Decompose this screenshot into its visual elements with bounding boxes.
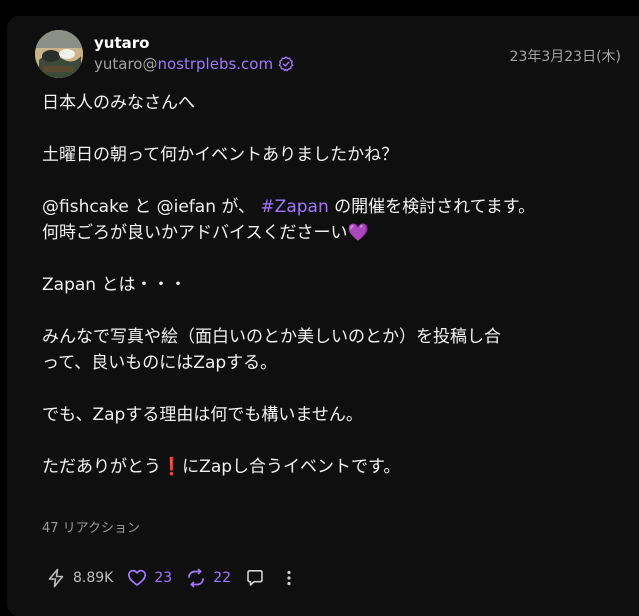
reply-button[interactable]	[245, 568, 265, 588]
reply-icon	[247, 570, 263, 586]
content-line: 日本人のみなさんへ	[42, 93, 195, 113]
content-line: Zapan とは・・・	[42, 275, 187, 295]
content-line: って、良いものにはZapする。	[42, 353, 278, 373]
author-nip05[interactable]: yutaro@ nostrplebs.com	[94, 55, 294, 73]
content-line: 何時ごろが良いかアドバイスくださーい💜	[42, 223, 369, 243]
content-line: ただありがとう❗️にZapし合うイベントです。	[42, 457, 401, 477]
like-count: 23	[154, 570, 173, 586]
avatar[interactable]	[35, 30, 83, 78]
reactions-count[interactable]: 47 リアクション	[42, 517, 140, 536]
zap-button[interactable]: 8.89K	[46, 568, 113, 588]
more-button[interactable]	[279, 568, 299, 588]
post-date[interactable]: 23年3月23日(木)	[510, 46, 621, 66]
nip05-user: yutaro@	[94, 55, 158, 73]
zap-count: 8.89K	[73, 570, 114, 586]
zap-icon	[48, 568, 64, 588]
like-button[interactable]: 23	[127, 568, 172, 588]
action-bar: 8.89K 23 22	[46, 566, 313, 590]
verified-icon	[278, 56, 294, 72]
content-text: の開催を検討されてます。	[328, 197, 536, 217]
more-icon	[287, 570, 291, 586]
repost-count: 22	[213, 570, 232, 586]
heart-icon	[128, 569, 147, 586]
hashtag-link[interactable]: #Zapan	[260, 197, 328, 217]
content-line: でも、Zapする理由は何でも構いません。	[42, 405, 363, 425]
note-content: 日本人のみなさんへ 土曜日の朝って何かイベントありましたかね？ @fishcak…	[42, 90, 632, 480]
repost-button[interactable]: 22	[186, 568, 231, 588]
content-line: 土曜日の朝って何かイベントありましたかね？	[42, 145, 399, 165]
author-name[interactable]: yutaro	[94, 34, 149, 52]
mention-text: @fishcake と @iefan が、	[42, 197, 261, 217]
repost-icon	[188, 568, 205, 588]
nip05-domain: nostrplebs.com	[157, 55, 274, 73]
content-line: @fishcake と @iefan が、 #Zapan の開催を検討されてます…	[42, 194, 632, 220]
content-line: みんなで写真や絵（面白いのとか美しいのとか）を投稿し合	[42, 327, 501, 347]
